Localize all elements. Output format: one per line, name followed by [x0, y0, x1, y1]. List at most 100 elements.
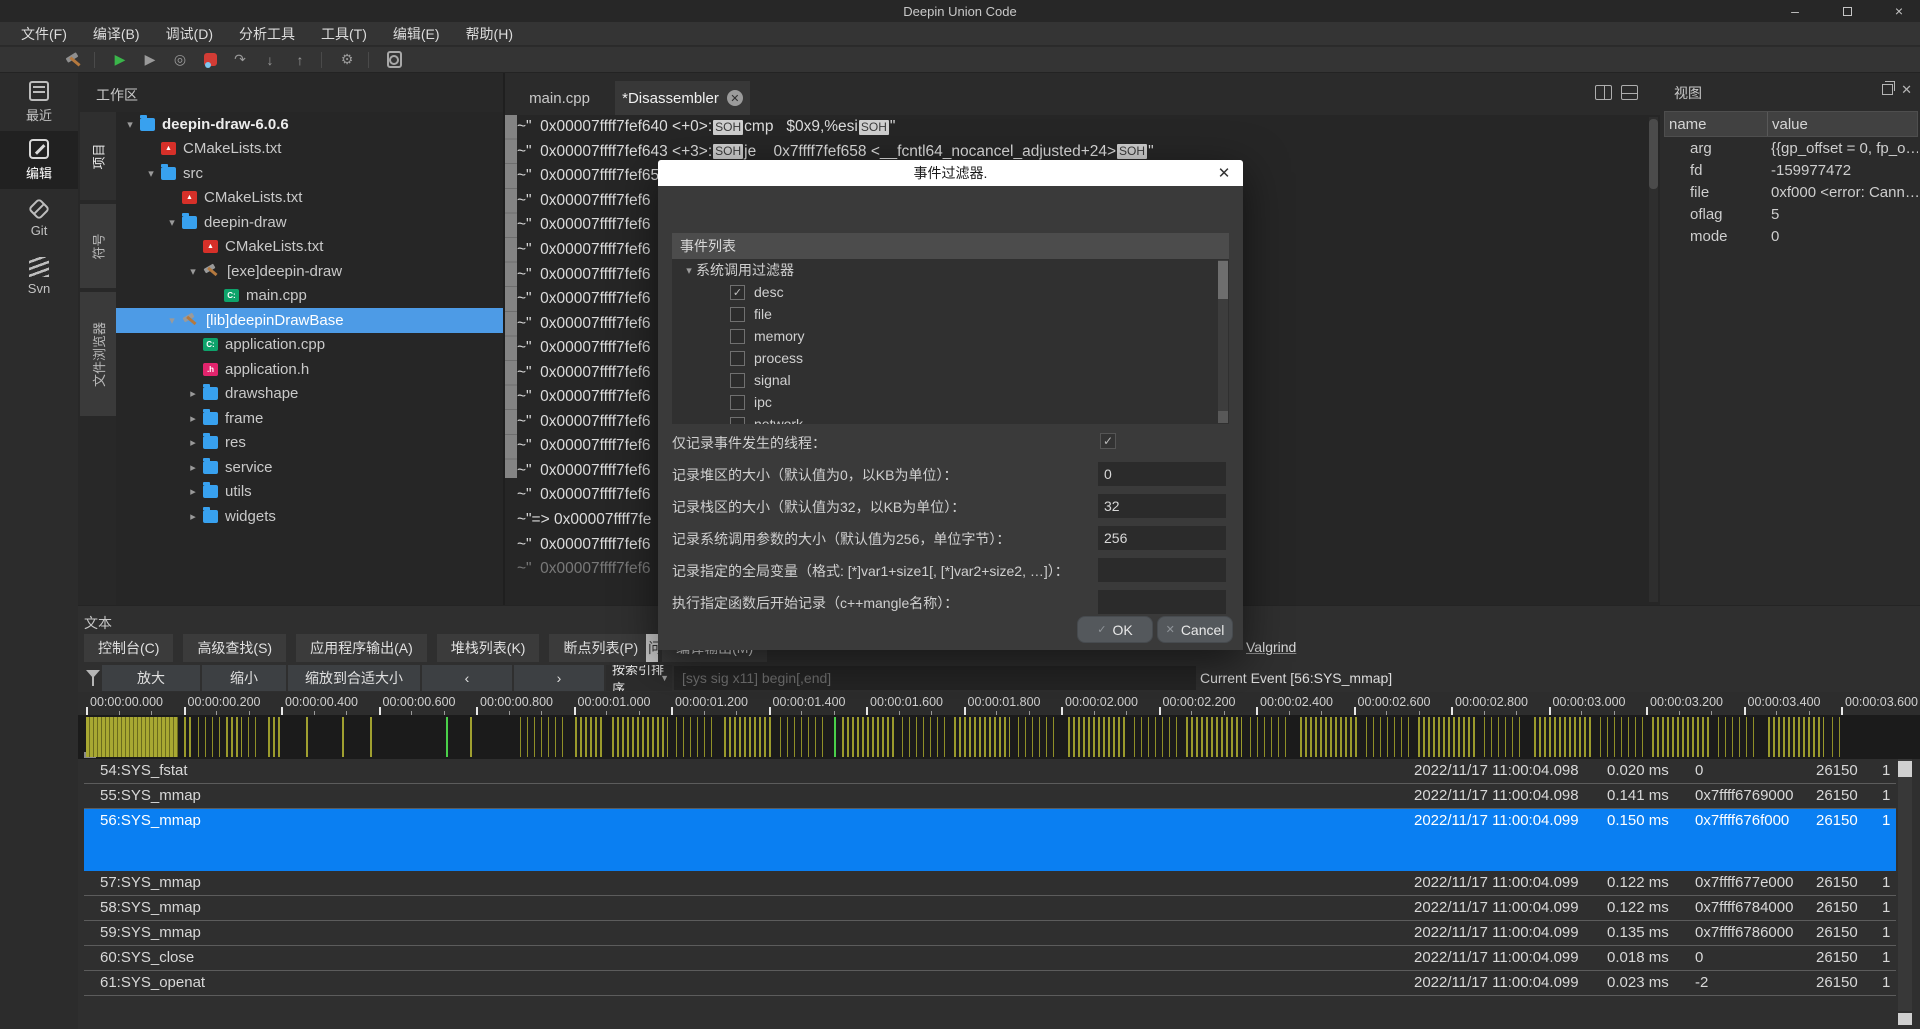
checkbox-signal[interactable]	[730, 373, 745, 388]
tree-item[interactable]: ▸res	[116, 431, 503, 456]
filter-checkbox-row[interactable]: file	[672, 303, 1229, 325]
field-input[interactable]	[1098, 526, 1226, 550]
tree-item[interactable]: ▸widgets	[116, 504, 503, 529]
dock-tab[interactable]: 高级查找(S)	[183, 634, 286, 662]
float-panel-icon[interactable]	[1882, 84, 1893, 95]
tree-item[interactable]: application.h	[116, 357, 503, 382]
step-over-icon[interactable]: ↷	[227, 49, 253, 71]
event-row[interactable]: 54:SYS_fstat2022/11/17 11:00:04.0980.020…	[84, 759, 1896, 784]
menu-item[interactable]: 分析工具	[226, 22, 308, 45]
menu-item[interactable]: 文件(F)	[8, 22, 80, 45]
filter-checkbox-row[interactable]: process	[672, 347, 1229, 369]
event-row[interactable]: 59:SYS_mmap2022/11/17 11:00:04.0990.135 …	[84, 921, 1896, 946]
tree-item[interactable]: ▸drawshape	[116, 382, 503, 407]
close-panel-icon[interactable]: ✕	[1901, 84, 1912, 95]
menu-item[interactable]: 调试(D)	[153, 22, 226, 45]
tree-item[interactable]: ▾src	[116, 161, 503, 186]
sidebar-item-recent[interactable]: 最近	[0, 73, 78, 131]
prev-event-button[interactable]: ‹	[422, 665, 512, 691]
tab-main-cpp[interactable]: main.cpp	[507, 81, 612, 115]
ok-button[interactable]: ✓ OK	[1077, 616, 1153, 643]
tree-item[interactable]: ▸utils	[116, 480, 503, 505]
maximize-icon[interactable]	[1834, 1, 1860, 21]
dock-tab[interactable]: 控制台(C)	[84, 634, 173, 662]
variable-row[interactable]: fd-159977472	[1664, 159, 1918, 181]
tab-valgrind[interactable]: Valgrind	[1246, 639, 1296, 655]
tree-item[interactable]: ▾[lib]deepinDrawBase	[116, 308, 503, 333]
field-input[interactable]	[1098, 558, 1226, 582]
zoom-fit-button[interactable]: 缩放到合适大小	[288, 665, 420, 691]
debug-continue-icon[interactable]: ▶	[137, 49, 163, 71]
field-input[interactable]	[1098, 462, 1226, 486]
editor-scrollbar-thumb[interactable]	[1649, 119, 1658, 189]
variable-row[interactable]: file0xf000 <error: Cann…	[1664, 181, 1918, 203]
tab-close-icon[interactable]: ✕	[727, 90, 743, 106]
field-input[interactable]	[1098, 590, 1226, 614]
event-table-scrollbar-thumb[interactable]	[1898, 761, 1912, 777]
checkbox-desc[interactable]: ✓	[730, 285, 745, 300]
editor-layout-icon[interactable]	[1621, 85, 1638, 100]
build-hammer-icon[interactable]	[60, 49, 86, 71]
event-row[interactable]: 61:SYS_openat2022/11/17 11:00:04.0990.02…	[84, 971, 1896, 996]
event-row[interactable]: 56:SYS_mmap2022/11/17 11:00:04.0990.150 …	[84, 809, 1896, 871]
tree-item[interactable]: CMakeLists.txt	[116, 235, 503, 260]
settings-gear-icon[interactable]: ⚙	[334, 49, 360, 71]
tree-item[interactable]: CMakeLists.txt	[116, 137, 503, 162]
tree-item[interactable]: ▾deepin-draw	[116, 210, 503, 235]
dialog-scrollbar-thumb[interactable]	[1218, 261, 1228, 299]
checkbox-memory[interactable]	[730, 329, 745, 344]
dock-tab[interactable]: 断点列表(P)	[549, 634, 652, 662]
vertical-tab-符号[interactable]: 符号	[80, 204, 116, 288]
menu-item[interactable]: 工具(T)	[308, 22, 380, 45]
cancel-button[interactable]: ✕ Cancel	[1157, 616, 1233, 643]
dock-tab[interactable]: 应用程序输出(A)	[296, 634, 427, 662]
next-event-button[interactable]: ›	[514, 665, 604, 691]
dock-tab[interactable]: 堆栈列表(K)	[437, 634, 540, 662]
checkbox-process[interactable]	[730, 351, 745, 366]
variable-row[interactable]: arg{{gp_offset = 0, fp_o…	[1664, 137, 1918, 159]
variable-row[interactable]: oflag5	[1664, 203, 1918, 225]
tree-item[interactable]: ▾[exe]deepin-draw	[116, 259, 503, 284]
field-input[interactable]	[1098, 494, 1226, 518]
filter-checkbox-row[interactable]: network	[672, 413, 1229, 424]
tree-item[interactable]: application.cpp	[116, 333, 503, 358]
dialog-close-icon[interactable]: ✕	[1215, 164, 1233, 182]
step-into-icon[interactable]: ↓	[257, 49, 283, 71]
filter-funnel-icon[interactable]	[86, 669, 100, 687]
checkbox-file[interactable]	[730, 307, 745, 322]
event-row[interactable]: 58:SYS_mmap2022/11/17 11:00:04.0990.122 …	[84, 896, 1896, 921]
sidebar-item-edit[interactable]: 编辑	[0, 131, 78, 189]
step-out-icon[interactable]: ↑	[287, 49, 313, 71]
stop-flag-icon[interactable]	[197, 49, 223, 71]
event-table-scrollbar[interactable]	[1898, 759, 1912, 1011]
sidebar-item-svn[interactable]: Svn	[0, 247, 78, 305]
zoom-in-button[interactable]: 放大	[102, 665, 200, 691]
tree-item[interactable]: CMakeLists.txt	[116, 186, 503, 211]
editor-scrollbar[interactable]	[1649, 117, 1658, 602]
checkbox-network[interactable]	[730, 417, 745, 425]
menu-item[interactable]: 编辑(E)	[380, 22, 453, 45]
variable-row[interactable]: mode0	[1664, 225, 1918, 247]
event-row[interactable]: 57:SYS_mmap2022/11/17 11:00:04.0990.122 …	[84, 871, 1896, 896]
menu-item[interactable]: 编译(B)	[80, 22, 153, 45]
tab-disassembler[interactable]: *Disassembler ✕	[615, 81, 750, 115]
filter-checkbox-row[interactable]: memory	[672, 325, 1229, 347]
event-row[interactable]: 60:SYS_close2022/11/17 11:00:04.0990.018…	[84, 946, 1896, 971]
filter-checkbox-row[interactable]: ✓desc	[672, 281, 1229, 303]
tab-fragment[interactable]: 问	[646, 634, 658, 662]
sort-dropdown[interactable]: 按索引排序 ▼	[606, 665, 672, 691]
tree-item[interactable]: ▸frame	[116, 406, 503, 431]
sidebar-item-git[interactable]: Git	[0, 189, 78, 247]
event-search-input[interactable]	[674, 666, 1196, 690]
filter-checkbox-row[interactable]: signal	[672, 369, 1229, 391]
filter-tree-root[interactable]: ▾系统调用过滤器	[672, 259, 1229, 281]
breakpoint-gutter[interactable]	[505, 115, 517, 478]
record-icon[interactable]: ◎	[167, 49, 193, 71]
tree-item[interactable]: ▸service	[116, 455, 503, 480]
zoom-out-button[interactable]: 缩小	[202, 665, 286, 691]
filter-checkbox-row[interactable]: ipc	[672, 391, 1229, 413]
tree-item[interactable]: ▾deepin-draw-6.0.6	[116, 112, 503, 137]
checkbox-ipc[interactable]	[730, 395, 745, 410]
event-row[interactable]: 55:SYS_mmap2022/11/17 11:00:04.0980.141 …	[84, 784, 1896, 809]
thread-only-checkbox[interactable]: ✓	[1100, 433, 1116, 449]
